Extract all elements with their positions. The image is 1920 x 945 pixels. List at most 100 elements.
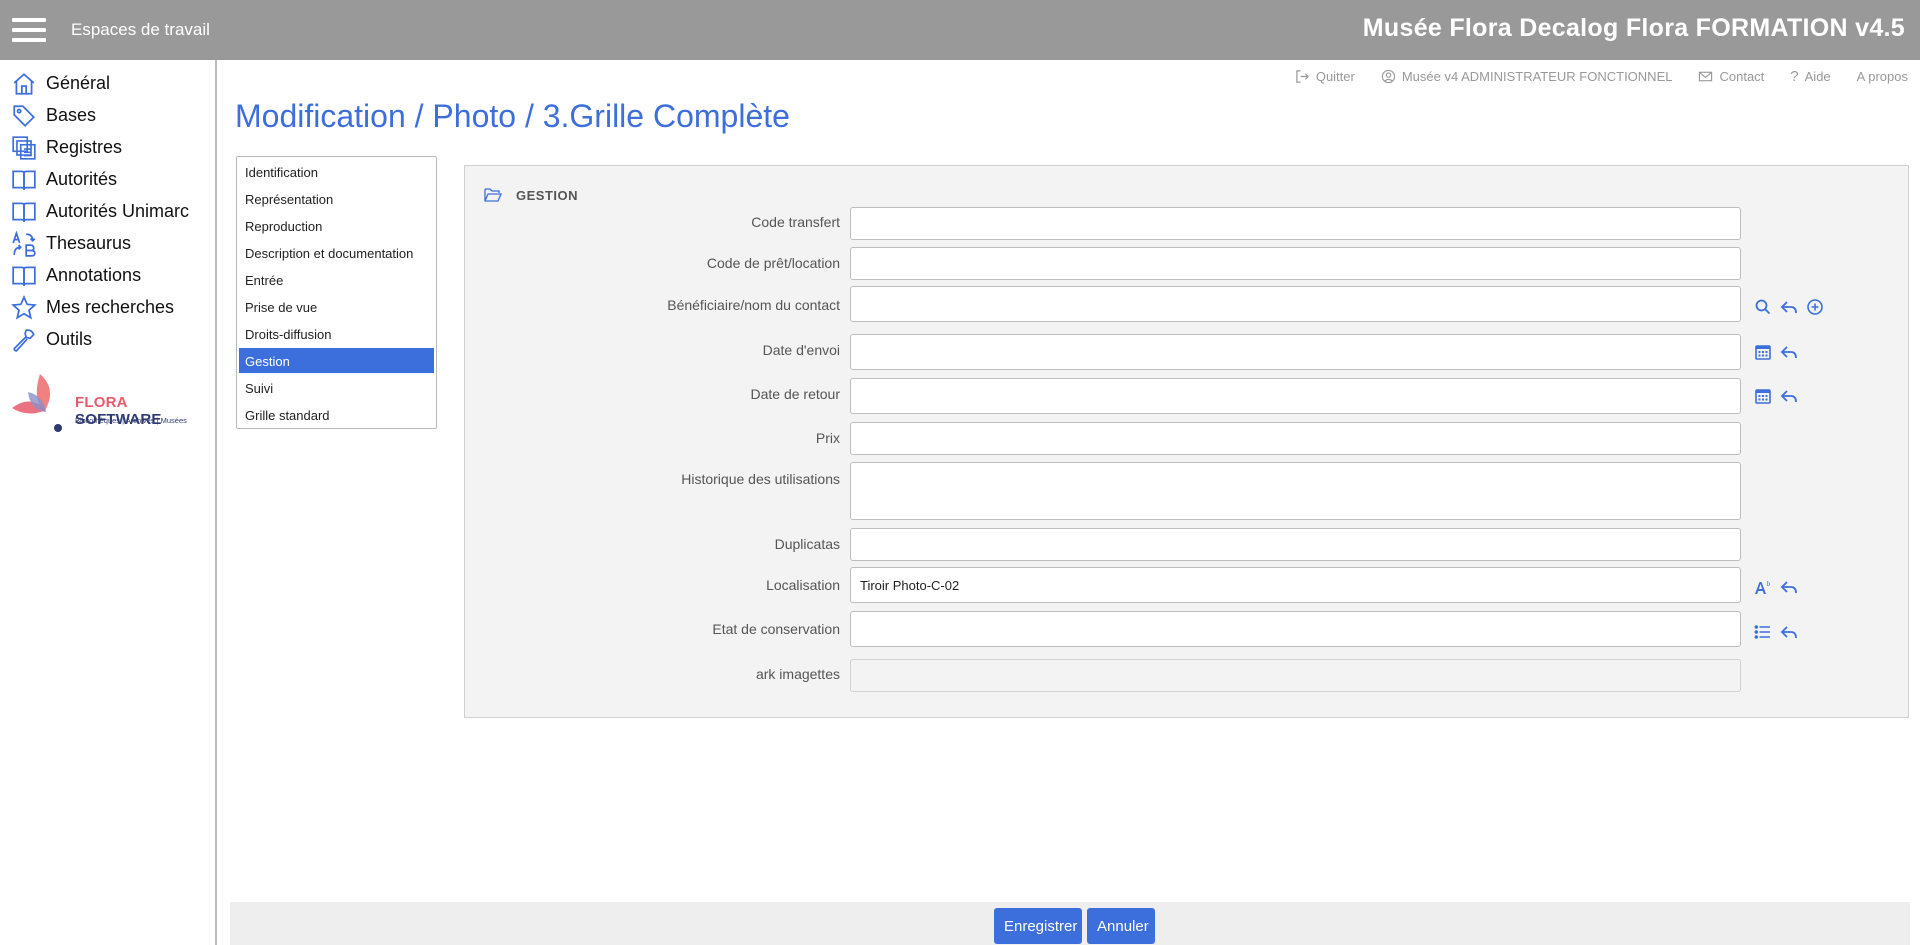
sidebar-item-label: Registres: [46, 137, 123, 157]
section-gestion[interactable]: Gestion: [239, 348, 434, 373]
about-label: A propos: [1856, 69, 1908, 84]
quit-label: Quitter: [1315, 69, 1355, 84]
sidebar-item-autorites[interactable]: Autorités: [0, 164, 215, 194]
calendar-button-envoi[interactable]: [1754, 343, 1772, 361]
reply-arrow-icon: [1780, 301, 1797, 314]
field-label-beneficiaire: Bénéficiaire/nom du contact: [667, 297, 840, 313]
sidebar-item-registres[interactable]: Registres: [0, 132, 215, 162]
book-icon: [12, 202, 36, 222]
section-prise-de-vue[interactable]: Prise de vue: [239, 294, 434, 319]
user-link[interactable]: Musée v4 ADMINISTRATEUR FONCTIONNEL: [1381, 68, 1673, 85]
sidebar-item-thesaurus[interactable]: Thesaurus: [0, 228, 215, 258]
sidebar-item-label: Autorités: [46, 169, 118, 189]
top-bar: Espaces de travail Musée Flora Decalog F…: [0, 0, 1920, 60]
reply-arrow-icon: [1780, 346, 1797, 359]
section-droits-diffusion[interactable]: Droits-diffusion: [239, 321, 434, 346]
historique-textarea[interactable]: [850, 462, 1741, 520]
folder-open-icon: [484, 188, 502, 202]
sidebar-item-label: Thesaurus: [46, 233, 132, 253]
font-style-icon: b: [1755, 580, 1771, 594]
logout-icon: [1296, 70, 1309, 83]
undo-button-retour[interactable]: [1780, 387, 1798, 405]
field-label-duplicatas: Duplicatas: [774, 536, 840, 552]
code-transfert-input[interactable]: [850, 207, 1741, 240]
spell-check-button[interactable]: b: [1754, 578, 1772, 596]
panel-title: GESTION: [516, 187, 579, 203]
prix-input[interactable]: [850, 422, 1741, 455]
calendar-icon: [1755, 345, 1771, 360]
question-icon: ?: [1790, 68, 1799, 85]
registers-icon: [12, 136, 36, 160]
save-button[interactable]: Enregistrer: [994, 908, 1082, 944]
section-representation[interactable]: Représentation: [239, 186, 434, 211]
section-suivi[interactable]: Suivi: [239, 375, 434, 400]
beneficiaire-input[interactable]: [850, 286, 1741, 322]
book-icon: [12, 170, 36, 190]
tag-icon: [13, 105, 35, 127]
sidebar-item-bases[interactable]: Bases: [0, 100, 215, 130]
reply-arrow-icon: [1780, 390, 1797, 403]
home-icon: [13, 73, 35, 95]
sidebar-item-label: Annotations: [46, 265, 142, 285]
code-pret-input[interactable]: [850, 247, 1741, 280]
search-icon: [1755, 299, 1771, 315]
sidebar-item-annotations[interactable]: Annotations: [0, 260, 215, 290]
sidebar-item-outils[interactable]: Outils: [0, 324, 215, 354]
thesaurus-icon: [12, 231, 36, 257]
undo-button-etat[interactable]: [1780, 623, 1798, 641]
localisation-input[interactable]: [850, 567, 1741, 603]
contact-link[interactable]: Contact: [1698, 68, 1764, 85]
book-icon: [12, 266, 36, 286]
field-label-ark-imagettes: ark imagettes: [755, 666, 840, 682]
sidebar-item-autorites-unimarc[interactable]: Autorités Unimarc: [0, 196, 215, 226]
panel-header: GESTION: [484, 187, 578, 203]
section-entree[interactable]: Entrée: [239, 267, 434, 292]
hamburger-menu-icon[interactable]: [12, 18, 46, 42]
calendar-icon: [1755, 389, 1771, 404]
undo-button-localisation[interactable]: [1780, 578, 1798, 596]
section-list: Identification Représentation Reproducti…: [236, 156, 437, 429]
page-title: Modification / Photo / 3.Grille Complète: [235, 98, 790, 134]
search-button[interactable]: [1754, 298, 1772, 316]
date-retour-input[interactable]: [850, 378, 1741, 414]
wrench-icon: [13, 329, 35, 352]
sidebar-item-label: Bases: [46, 105, 97, 125]
sidebar: Général Bases Registres Autorités Autori…: [0, 60, 217, 945]
flora-software-logo: FLORA SOFTWARE Bibliothèques | Archives …: [10, 372, 210, 434]
field-label-date-envoi: Date d'envoi: [762, 342, 840, 358]
list-button[interactable]: [1754, 623, 1772, 641]
envelope-icon: [1699, 71, 1713, 82]
sidebar-item-general[interactable]: Général: [0, 68, 215, 98]
sidebar-item-label: Autorités Unimarc: [46, 201, 190, 221]
logo-tagline: Bibliothèques | Archives | Musées: [75, 416, 187, 425]
field-label-code-pret: Code de prêt/location: [706, 255, 840, 271]
about-link[interactable]: A propos: [1857, 68, 1908, 85]
reply-arrow-icon: [1780, 626, 1797, 639]
section-identification[interactable]: Identification: [239, 159, 434, 184]
cancel-button[interactable]: Annuler: [1087, 908, 1155, 944]
sidebar-item-label: Général: [46, 73, 111, 93]
list-icon: [1754, 625, 1770, 639]
section-description[interactable]: Description et documentation: [239, 240, 434, 265]
help-label: Aide: [1804, 69, 1831, 84]
date-envoi-input[interactable]: [850, 334, 1741, 370]
undo-button-envoi[interactable]: [1780, 343, 1798, 361]
user-label: Musée v4 ADMINISTRATEUR FONCTIONNEL: [1401, 69, 1673, 84]
section-reproduction[interactable]: Reproduction: [239, 213, 434, 238]
duplicatas-input[interactable]: [850, 528, 1741, 561]
help-link[interactable]: ? Aide: [1790, 68, 1830, 85]
etat-conservation-input[interactable]: [850, 611, 1741, 647]
section-grille-standard[interactable]: Grille standard: [239, 402, 434, 427]
add-button[interactable]: [1806, 298, 1824, 316]
star-icon: [11, 295, 37, 320]
sidebar-item-label: Outils: [46, 329, 93, 349]
sidebar-item-mes-recherches[interactable]: Mes recherches: [0, 292, 215, 322]
calendar-button-retour[interactable]: [1754, 387, 1772, 405]
field-label-historique: Historique des utilisations: [681, 471, 840, 487]
quit-link[interactable]: Quitter: [1295, 68, 1355, 85]
workspaces-label[interactable]: Espaces de travail: [71, 20, 210, 40]
app-title: Musée Flora Decalog Flora FORMATION v4.5: [1362, 14, 1905, 42]
plus-circle-icon: [1807, 299, 1823, 315]
undo-button-beneficiaire[interactable]: [1780, 298, 1798, 316]
field-label-code-transfert: Code transfert: [751, 214, 840, 230]
